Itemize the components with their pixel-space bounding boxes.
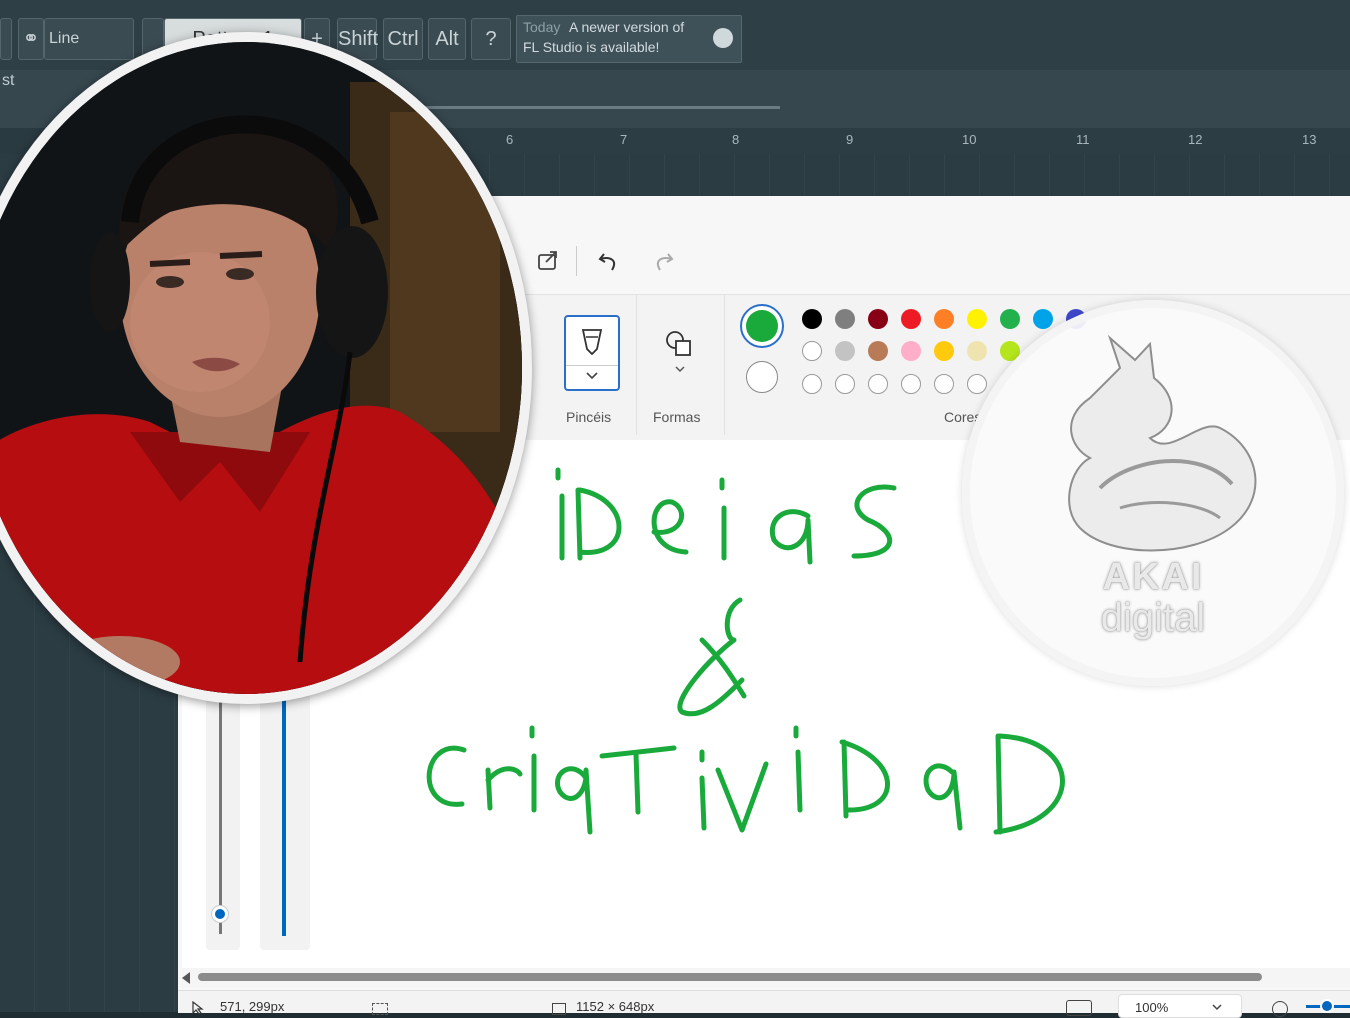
canvas-scrollbar-thumb[interactable] <box>198 973 1262 981</box>
share-icon[interactable] <box>536 248 560 272</box>
stroke-i1 <box>555 467 565 561</box>
size-slider-line <box>219 680 222 934</box>
paint-statusbar: 571, 299px 1152 × 648px 100% <box>178 990 1350 1018</box>
ribbon-divider-2 <box>724 295 725 435</box>
zoom-chevron-icon <box>1212 1004 1222 1011</box>
palette-swatch[interactable] <box>934 341 954 361</box>
opacity-slider-fill <box>282 680 286 936</box>
palette-swatch[interactable] <box>868 341 888 361</box>
zoom-select[interactable]: 100% <box>1118 994 1242 1018</box>
stroke-c <box>426 745 467 807</box>
ruler-tick: 13 <box>1302 132 1317 147</box>
stroke-a3 <box>923 763 963 831</box>
update-notification[interactable]: Today A newer version of FL Studio is av… <box>516 15 742 63</box>
palette-swatch[interactable] <box>868 309 888 329</box>
ruler-tick: 12 <box>1188 132 1203 147</box>
ruler-tick: 9 <box>846 132 854 147</box>
webcam-overlay <box>0 32 532 704</box>
stroke-a <box>769 509 813 565</box>
stroke-D <box>575 487 622 561</box>
timeline-ruler: 678910111213 <box>380 128 1350 155</box>
palette-swatch[interactable] <box>835 309 855 329</box>
fit-to-window-icon[interactable] <box>1066 1000 1092 1016</box>
custom-color-slot[interactable] <box>868 374 888 394</box>
notification-prefix: Today <box>523 19 561 35</box>
palette-swatch[interactable] <box>835 341 855 361</box>
opacity-slider-track[interactable] <box>260 680 310 950</box>
ruler-tick: 11 <box>1076 132 1090 147</box>
globe-icon <box>713 28 733 48</box>
notification-line1: A newer version of <box>569 19 685 35</box>
custom-color-slot[interactable] <box>901 374 921 394</box>
ruler-tick: 8 <box>732 132 740 147</box>
stroke-e <box>651 499 689 555</box>
logo-sub-text: digital <box>1100 596 1206 640</box>
logo-brand-text: AKAI <box>1102 556 1204 598</box>
palette-swatch[interactable] <box>934 309 954 329</box>
brush-icon <box>581 329 603 356</box>
shapes-icon[interactable] <box>664 329 696 359</box>
stroke-v <box>715 761 769 833</box>
size-slider-thumb[interactable] <box>212 906 228 922</box>
canvas-size-icon <box>552 1003 566 1015</box>
shapes-chevron-icon[interactable] <box>674 365 686 375</box>
shapes-label: Formas <box>653 409 701 425</box>
primary-color-button[interactable] <box>740 304 784 348</box>
custom-color-slot[interactable] <box>802 374 822 394</box>
stroke-ampersand <box>677 597 747 717</box>
secondary-color-button[interactable] <box>746 361 778 393</box>
palette-swatch[interactable] <box>901 341 921 361</box>
primary-color-swatch <box>746 310 778 342</box>
palette-swatch[interactable] <box>901 309 921 329</box>
brushes-label: Pincéis <box>566 409 612 425</box>
stroke-D2 <box>839 739 890 819</box>
palette-swatch[interactable] <box>802 341 822 361</box>
zoom-slider-thumb[interactable] <box>1320 999 1334 1013</box>
custom-color-slot[interactable] <box>934 374 954 394</box>
stroke-i5 <box>793 725 803 813</box>
ribbon-divider <box>636 295 637 435</box>
stroke-D3 <box>993 733 1065 835</box>
scroll-left-arrow-icon[interactable] <box>182 972 190 984</box>
zoom-level: 100% <box>1135 1000 1169 1015</box>
undo-icon[interactable] <box>596 248 622 274</box>
toolbar-divider <box>576 246 577 276</box>
stroke-T <box>599 745 677 815</box>
zoom-out-icon[interactable] <box>1272 1001 1288 1017</box>
palette-swatch[interactable] <box>802 309 822 329</box>
ruler-tick: 10 <box>962 132 977 147</box>
notification-line2: FL Studio is available! <box>523 39 660 55</box>
redo-icon[interactable] <box>650 248 676 274</box>
stroke-s <box>851 484 897 559</box>
stroke-r <box>485 766 523 811</box>
canvas-scrollbar-track <box>182 968 1350 988</box>
stroke-i4 <box>699 749 707 831</box>
stroke-i2 <box>719 477 727 561</box>
brushes-button[interactable] <box>564 315 620 391</box>
ruler-tick: 7 <box>620 132 628 147</box>
selection-icon <box>372 1003 388 1015</box>
akai-digital-logo: AKAI digital <box>962 300 1344 686</box>
webcam-person-image <box>0 42 522 694</box>
chevron-down-icon <box>586 372 598 380</box>
size-slider-track[interactable] <box>206 680 240 950</box>
stroke-i3 <box>529 725 537 813</box>
cursor-icon <box>192 1001 204 1015</box>
custom-color-slot[interactable] <box>835 374 855 394</box>
stroke-a2 <box>555 766 593 835</box>
